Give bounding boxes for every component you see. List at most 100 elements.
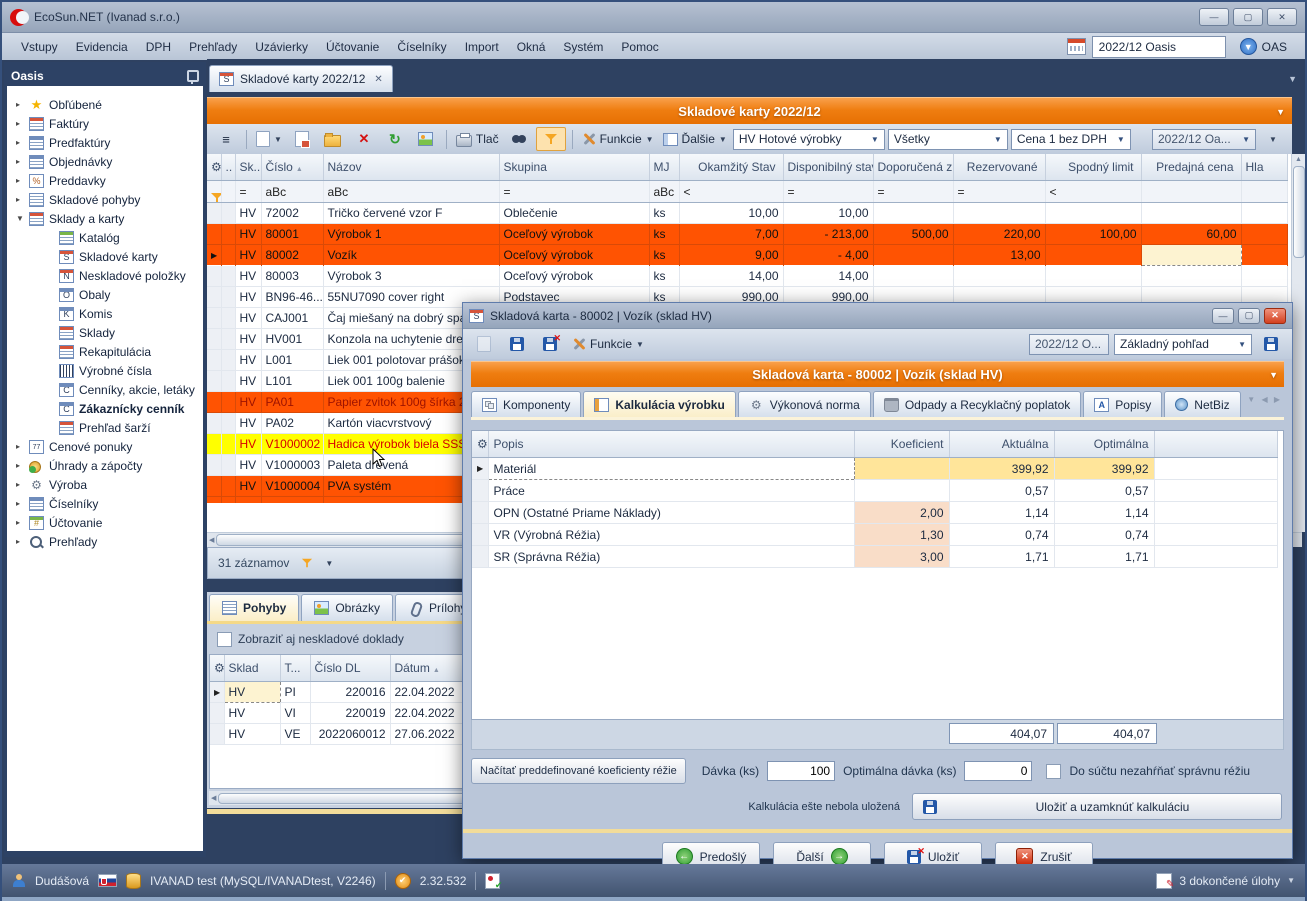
filter-cell[interactable]: =: [499, 181, 649, 203]
copy-record-button[interactable]: [288, 128, 316, 150]
sidebar-item[interactable]: Neskladové položky: [7, 266, 203, 285]
dialog-tab[interactable]: NetBiz: [1164, 391, 1240, 417]
tree-expander-icon[interactable]: ▸: [16, 138, 29, 147]
detail-tab[interactable]: Pohyby: [209, 594, 299, 621]
sidebar-item[interactable]: ▸ Výroba: [7, 475, 203, 494]
functions-menu-button[interactable]: Funkcie▼: [579, 128, 657, 150]
filter-cell[interactable]: =: [783, 181, 873, 203]
column-header[interactable]: Rezervované: [953, 154, 1045, 181]
column-header[interactable]: Názov: [323, 154, 499, 181]
dialog-tab[interactable]: Kalkulácia výrobku: [583, 391, 735, 417]
toolbar-overflow-button[interactable]: ▼: [1259, 128, 1287, 150]
tree-expander-icon[interactable]: ▸: [16, 119, 29, 128]
sidebar-item[interactable]: ▸ Prehľady: [7, 532, 203, 551]
slovak-flag-icon[interactable]: [98, 874, 117, 887]
oas-button[interactable]: ▼ OAS: [1232, 38, 1295, 55]
batch-input[interactable]: [767, 761, 835, 781]
filter-cell[interactable]: aBc: [649, 181, 679, 203]
filter-cell[interactable]: =: [235, 181, 261, 203]
filter-cell[interactable]: [1241, 181, 1288, 203]
dialog-new-button[interactable]: [470, 333, 498, 355]
sidebar-item[interactable]: ▸ Obľúbené: [7, 95, 203, 114]
tab-scroll-controls[interactable]: ▼ ◀ ▶: [1247, 395, 1280, 410]
table-row[interactable]: HV 72002 Tričko červené vzor F Oblečenie…: [207, 203, 1288, 224]
column-header[interactable]: T...: [280, 655, 310, 682]
sidebar-item[interactable]: Sklady: [7, 323, 203, 342]
sidebar-item[interactable]: ▸ Preddavky: [7, 171, 203, 190]
sidebar-item[interactable]: ▸ Objednávky: [7, 152, 203, 171]
column-header[interactable]: Aktuálna: [949, 431, 1054, 458]
sidebar-item[interactable]: ▸ Číselníky: [7, 494, 203, 513]
menu-item[interactable]: DPH: [137, 36, 180, 58]
search-button[interactable]: [505, 128, 533, 150]
menu-item[interactable]: Vstupy: [12, 36, 67, 58]
filter-cell[interactable]: aBc: [323, 181, 499, 203]
sidebar-item[interactable]: ▸ Faktúry: [7, 114, 203, 133]
dialog-maximize-button[interactable]: ▢: [1238, 308, 1260, 324]
table-row[interactable]: SR (Správna Réžia) 3,00 1,71 1,71: [472, 546, 1278, 568]
column-header[interactable]: Číslo▲: [261, 154, 323, 181]
layout-menu-button[interactable]: ≡: [212, 128, 240, 150]
tree-expander-icon[interactable]: ▸: [16, 499, 29, 508]
more-menu-button[interactable]: Ďalšie▼: [660, 128, 730, 150]
column-header[interactable]: MJ: [649, 154, 679, 181]
menu-item[interactable]: Systém: [554, 36, 612, 58]
sidebar-item[interactable]: Cenníky, akcie, letáky: [7, 380, 203, 399]
table-row[interactable]: ▶ Materiál 399,92 399,92: [472, 458, 1278, 480]
panel-title-caret-icon[interactable]: ▼: [1276, 107, 1285, 117]
exclude-overhead-checkbox[interactable]: [1046, 764, 1061, 779]
dialog-header-caret-icon[interactable]: ▼: [1269, 370, 1278, 380]
column-header[interactable]: Koeficient: [854, 431, 949, 458]
sidebar-item[interactable]: Zákaznícky cenník: [7, 399, 203, 418]
tasks-status[interactable]: 3 dokončené úlohy ▼: [1156, 873, 1295, 889]
sidebar-item[interactable]: ▸ Cenové ponuky: [7, 437, 203, 456]
dialog-tab[interactable]: Komponenty: [471, 391, 581, 417]
tree-expander-icon[interactable]: ▸: [16, 480, 29, 489]
certificate-icon[interactable]: [485, 873, 500, 889]
tree-expander-icon[interactable]: ▸: [16, 100, 29, 109]
dialog-tab[interactable]: Odpady a Recyklačný poplatok: [873, 391, 1081, 417]
image-button[interactable]: [412, 128, 440, 150]
period-input[interactable]: 2022/12 Oasis: [1092, 36, 1226, 58]
menu-item[interactable]: Uzávierky: [246, 36, 317, 58]
stock-filter-select[interactable]: Všetky▼: [888, 129, 1008, 150]
tree-expander-icon[interactable]: ▼: [16, 214, 29, 223]
table-row[interactable]: VR (Výrobná Réžia) 1,30 0,74 0,74: [472, 524, 1278, 546]
sidebar-item[interactable]: Prehľad šarží: [7, 418, 203, 437]
records-filter-icon[interactable]: [302, 558, 312, 568]
records-filter-dropdown-icon[interactable]: ▼: [325, 559, 333, 568]
filter-cell[interactable]: <: [679, 181, 783, 203]
sidebar-item[interactable]: Obaly: [7, 285, 203, 304]
sidebar-item[interactable]: ▸ Účtovanie: [7, 513, 203, 532]
menu-item[interactable]: Okná: [508, 36, 555, 58]
tree-expander-icon[interactable]: ▸: [16, 518, 29, 527]
filter-cell[interactable]: <: [1045, 181, 1141, 203]
load-coefficients-button[interactable]: Načítať preddefinované koeficienty réžie: [471, 758, 686, 784]
menu-item[interactable]: Evidencia: [67, 36, 137, 58]
refresh-button[interactable]: ↻: [381, 128, 409, 150]
sidebar-item[interactable]: Katalóg: [7, 228, 203, 247]
delete-record-button[interactable]: ✕: [350, 128, 378, 150]
grid-settings-icon[interactable]: ⚙: [207, 154, 221, 181]
column-header[interactable]: Disponibilný stav: [783, 154, 873, 181]
dialog-minimize-button[interactable]: —: [1212, 308, 1234, 324]
tab-close-icon[interactable]: ✕: [374, 74, 382, 85]
filter-button[interactable]: [536, 127, 566, 151]
column-header[interactable]: Doporučená z...: [873, 154, 953, 181]
tasks-dropdown-icon[interactable]: ▼: [1287, 876, 1295, 885]
sidebar-item[interactable]: Výrobné čísla: [7, 361, 203, 380]
filter-cell[interactable]: aBc: [261, 181, 323, 203]
sidebar-item[interactable]: ▸ Úhrady a zápočty: [7, 456, 203, 475]
menu-item[interactable]: Import: [456, 36, 508, 58]
sidebar-item[interactable]: ▸ Predfaktúry: [7, 133, 203, 152]
table-row[interactable]: OPN (Ostatné Priame Náklady) 2,00 1,14 1…: [472, 502, 1278, 524]
new-record-button[interactable]: ▼: [253, 128, 285, 150]
table-row[interactable]: ▶ HV 80002 Vozík Oceľový výrobok ks 9,00…: [207, 245, 1288, 266]
view-select[interactable]: Základný pohľad▼: [1114, 334, 1252, 355]
open-record-button[interactable]: [319, 128, 347, 150]
tree-expander-icon[interactable]: ▸: [16, 176, 29, 185]
sidebar-item[interactable]: ▸ Skladové pohyby: [7, 190, 203, 209]
detail-tab[interactable]: Obrázky: [301, 594, 393, 621]
dialog-tab[interactable]: Popisy: [1083, 391, 1162, 417]
dialog-save-close-button[interactable]: ✕: [536, 333, 564, 355]
